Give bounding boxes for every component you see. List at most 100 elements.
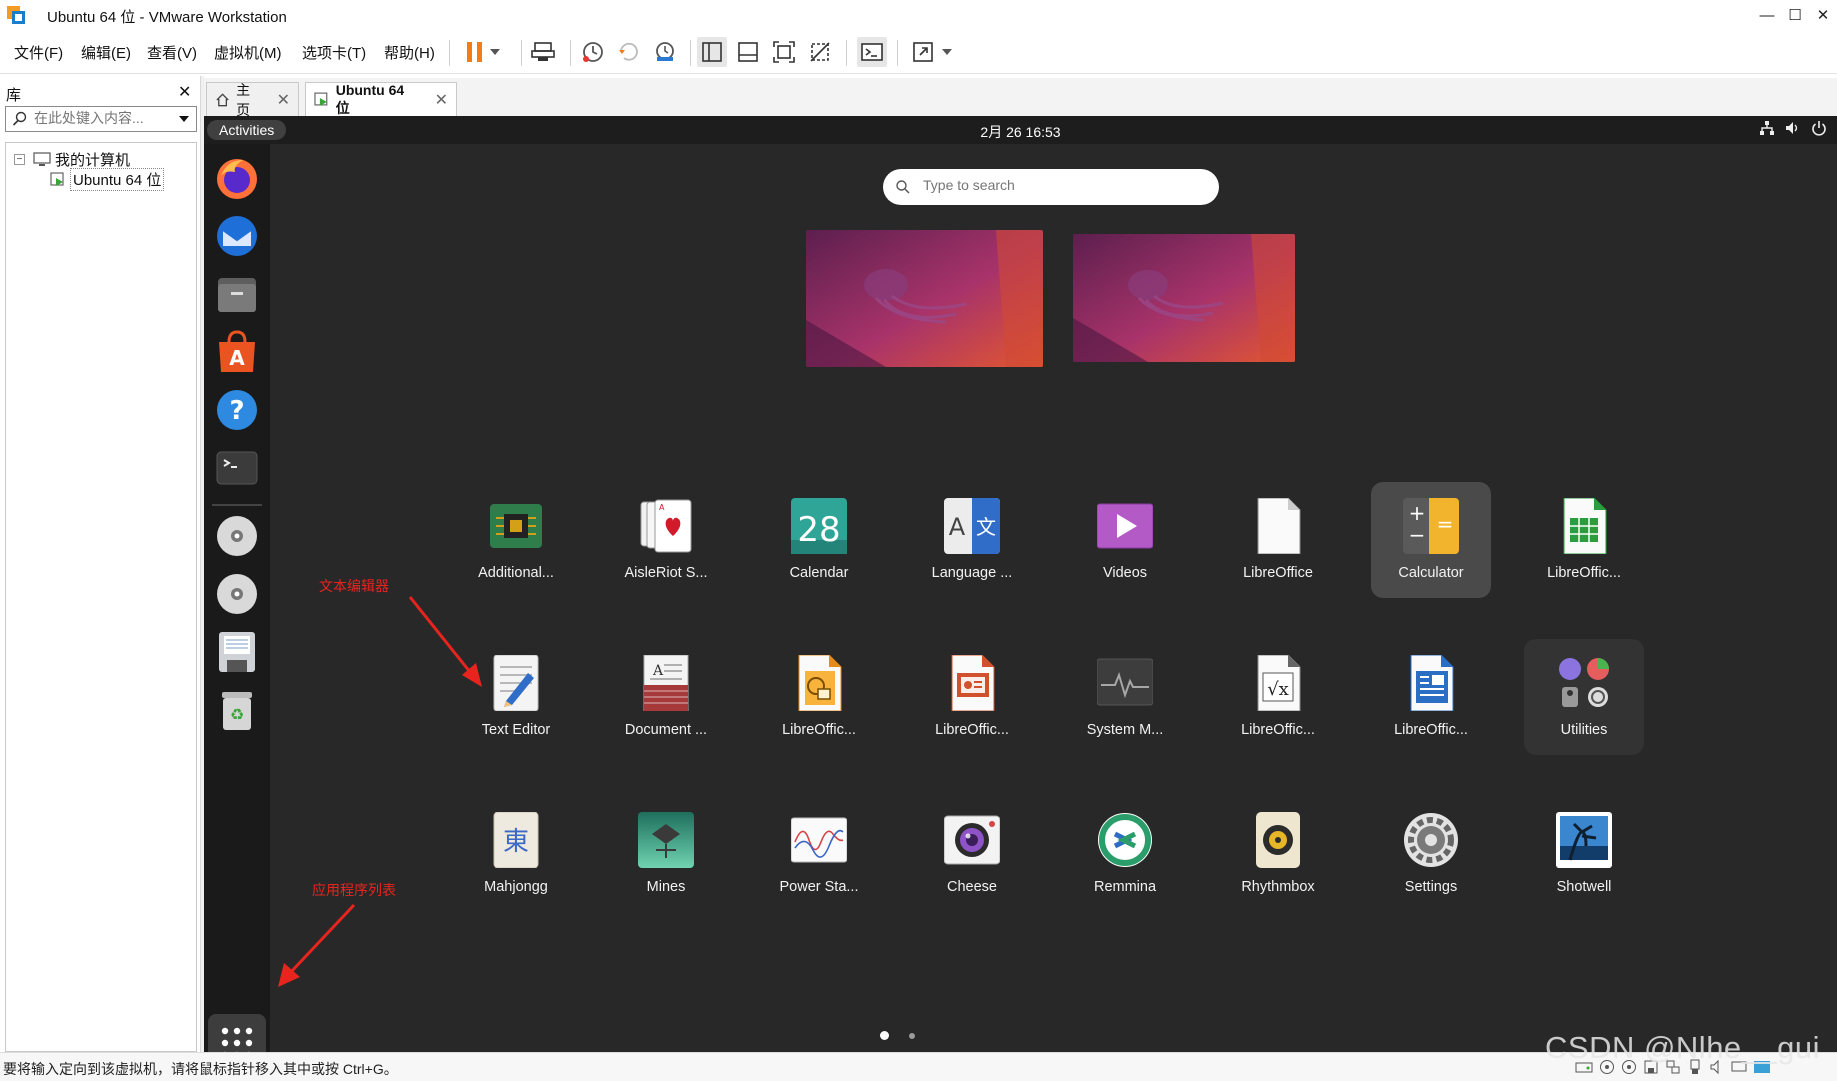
menu-file[interactable]: 文件(F) [14, 42, 63, 63]
tab-ubuntu[interactable]: Ubuntu 64 位 ✕ [305, 82, 457, 116]
overview-search[interactable] [883, 169, 1219, 205]
send-ctrl-alt-del-icon[interactable] [528, 37, 558, 67]
app-rhythmbox[interactable]: Rhythmbox [1218, 796, 1338, 912]
svg-text:♻: ♻ [230, 705, 244, 724]
maximize-button[interactable]: ☐ [1781, 0, 1809, 30]
app-label: Text Editor [481, 722, 551, 738]
library-close-button[interactable]: ✕ [178, 82, 191, 102]
fullscreen-icon[interactable] [769, 37, 799, 67]
snapshot-manager-icon[interactable] [650, 37, 680, 67]
show-applications-button[interactable] [208, 1014, 266, 1052]
thunderbird-icon[interactable] [213, 212, 261, 260]
floppy-icon[interactable] [213, 628, 261, 676]
app-power-statistics[interactable]: Power Sta... [759, 796, 879, 912]
stretch-icon[interactable] [908, 37, 938, 67]
system-monitor-icon [1097, 658, 1153, 706]
vm-console[interactable]: Activities 2月 26 16:53 A ? ♻ Type to sea… [204, 116, 1837, 1052]
language-support-icon: A 文 [944, 498, 1000, 554]
close-button[interactable]: ✕ [1809, 0, 1837, 30]
overview-search-input[interactable] [923, 177, 1203, 193]
app-label: Calendar [789, 565, 849, 581]
svg-text:A: A [229, 346, 245, 370]
thumbnail-bar-icon[interactable] [733, 37, 763, 67]
library-view-icon[interactable] [697, 37, 727, 67]
tree-item-my-computer[interactable]: − 我的计算机 [14, 149, 130, 170]
stretch-dropdown-icon[interactable] [938, 37, 956, 67]
app-mahjongg[interactable]: 東 Mahjongg [456, 796, 576, 912]
menu-help[interactable]: 帮助(H) [384, 42, 435, 63]
home-icon [216, 92, 229, 106]
app-center-icon[interactable]: A [213, 328, 261, 376]
app-libreoffice-calc[interactable]: LibreOffic... [1524, 482, 1644, 598]
app-calculator[interactable]: + − = Calculator [1371, 482, 1491, 598]
app-system-monitor[interactable]: System M... [1065, 639, 1185, 755]
app-document-viewer[interactable]: A Document ... [606, 639, 726, 755]
library-search-box[interactable] [5, 106, 197, 132]
svg-text:=: = [1437, 512, 1454, 536]
firefox-icon[interactable] [213, 154, 261, 202]
app-additional-drivers[interactable]: Additional... [456, 482, 576, 598]
window-titlebar: Ubuntu 64 位 - VMware Workstation — ☐ ✕ [0, 0, 1837, 30]
app-calendar[interactable]: 28 Calendar [759, 482, 879, 598]
help-icon[interactable]: ? [213, 386, 261, 434]
files-icon[interactable] [213, 270, 261, 318]
network-icon[interactable] [1759, 120, 1775, 136]
app-libreoffice-impress[interactable]: LibreOffic... [912, 639, 1032, 755]
computer-icon [33, 151, 51, 166]
app-cheese[interactable]: Cheese [912, 796, 1032, 912]
app-language-support[interactable]: A 文 Language ... [912, 482, 1032, 598]
menu-view[interactable]: 查看(V) [147, 42, 197, 63]
tree-item-label: 我的计算机 [55, 152, 131, 169]
tab-home[interactable]: 主页 ✕ [206, 82, 299, 118]
tree-item-ubuntu[interactable]: Ubuntu 64 位 [50, 168, 165, 191]
library-tree: − 我的计算机 Ubuntu 64 位 [5, 142, 197, 1052]
dropdown-icon[interactable] [486, 37, 504, 67]
app-shotwell[interactable]: Shotwell [1524, 796, 1644, 912]
menu-edit[interactable]: 编辑(E) [81, 42, 131, 63]
menu-tabs[interactable]: 选项卡(T) [302, 42, 366, 63]
app-libreoffice-writer[interactable]: LibreOffic... [1371, 639, 1491, 755]
terminal-icon[interactable] [213, 444, 261, 492]
unity-icon[interactable] [805, 37, 835, 67]
menu-vm[interactable]: 虚拟机(M) [214, 42, 282, 63]
app-videos[interactable]: Videos [1065, 482, 1185, 598]
power-icon[interactable] [1811, 120, 1827, 136]
app-label: Utilities [1560, 722, 1608, 738]
app-label: LibreOffic... [935, 722, 1009, 738]
app-remmina[interactable]: Remmina [1065, 796, 1185, 912]
app-utilities-folder[interactable]: Utilities [1524, 639, 1644, 755]
app-mines[interactable]: Mines [606, 796, 726, 912]
tree-collapse-toggle[interactable]: − [14, 154, 25, 165]
minimize-button[interactable]: — [1753, 0, 1781, 30]
app-label: Settings [1404, 879, 1458, 895]
app-libreoffice-draw[interactable]: LibreOffic... [759, 639, 879, 755]
svg-text:A: A [659, 503, 665, 512]
search-dropdown-icon[interactable] [178, 112, 190, 126]
additional-drivers-icon [490, 504, 542, 548]
cd-drive-icon[interactable] [213, 512, 261, 560]
snapshot-revert-icon[interactable] [614, 37, 644, 67]
trash-icon[interactable]: ♻ [213, 686, 261, 734]
app-libreoffice-math[interactable]: √x LibreOffic... [1218, 639, 1338, 755]
tab-close-icon[interactable]: ✕ [277, 90, 290, 110]
library-search-input[interactable] [34, 110, 164, 126]
page-indicator-2[interactable] [909, 1033, 915, 1039]
app-aisleriot[interactable]: A AisleRiot S... [606, 482, 726, 598]
calculator-icon: + − = [1403, 498, 1459, 554]
volume-icon[interactable] [1785, 120, 1801, 136]
snapshot-take-icon[interactable] [578, 37, 608, 67]
cheese-icon [944, 815, 1000, 865]
tab-close-icon[interactable]: ✕ [435, 90, 448, 110]
workspace-thumbnail-2[interactable] [1073, 234, 1295, 362]
app-libreoffice[interactable]: LibreOffice [1218, 482, 1338, 598]
app-label: Mines [646, 879, 686, 895]
calendar-day: 28 [797, 510, 841, 550]
videos-icon [1097, 503, 1153, 549]
dvd-drive-icon[interactable] [213, 570, 261, 618]
page-indicator-1[interactable] [880, 1031, 889, 1040]
clock[interactable]: 2月 26 16:53 [204, 122, 1837, 142]
console-view-icon[interactable] [857, 37, 887, 67]
app-label: LibreOffic... [1394, 722, 1468, 738]
app-settings[interactable]: Settings [1371, 796, 1491, 912]
workspace-thumbnail-1[interactable] [806, 230, 1043, 367]
